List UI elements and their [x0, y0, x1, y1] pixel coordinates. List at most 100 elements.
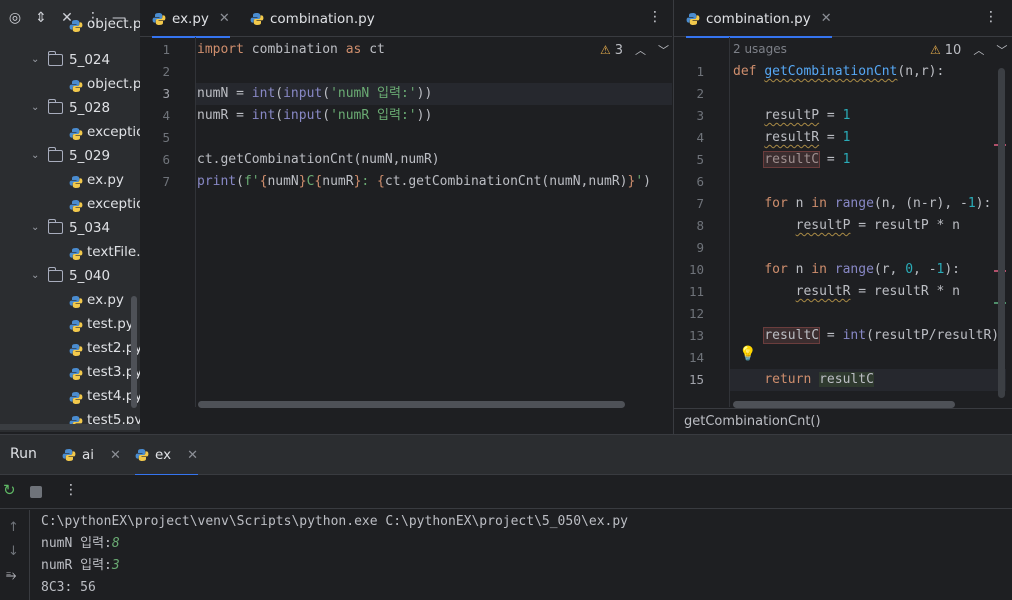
console-prompt: numR 입력: — [41, 558, 112, 573]
more-icon[interactable]: ⋮ — [984, 9, 998, 25]
project-vertical-scrollbar[interactable] — [131, 296, 137, 408]
tree-folder-label: 5_040 — [69, 268, 111, 284]
line-number: 3 — [696, 108, 704, 123]
run-tab-ex[interactable]: ex ✕ — [135, 435, 198, 476]
line-number: 9 — [696, 240, 704, 255]
soft-wrap-icon[interactable]: ⥱ — [6, 568, 16, 583]
close-icon[interactable]: ✕ — [219, 11, 230, 26]
line-number: 1 — [162, 42, 170, 57]
line-number: 15 — [688, 372, 704, 387]
chevron-down-icon[interactable]: ⌄ — [31, 144, 39, 168]
editor-right-horizontal-scrollbar[interactable] — [733, 401, 955, 408]
code-line: resultP = 1 — [764, 108, 851, 123]
lightbulb-icon[interactable]: 💡 — [739, 346, 756, 362]
line-number: 7 — [162, 174, 170, 189]
line-number: 6 — [162, 152, 170, 167]
line-number: 5 — [162, 130, 170, 145]
console-command-line: C:\pythonEX\project\venv\Scripts\python.… — [41, 514, 628, 529]
tree-folder[interactable]: ⌄ 5_029 — [0, 144, 140, 168]
run-tab-label: ai — [82, 447, 95, 463]
folder-icon — [48, 147, 63, 162]
tree-file[interactable]: test4.py — [0, 384, 140, 408]
line-number: 6 — [696, 174, 704, 189]
tab-combination-py[interactable]: combination.py ✕ — [686, 0, 832, 38]
arrow-down-icon[interactable]: ↓ — [8, 544, 19, 559]
line-number: 1 — [696, 64, 704, 79]
python-file-icon — [69, 125, 83, 140]
line-number: 4 — [696, 130, 704, 145]
tree-folder[interactable]: ⌄ 5_040 — [0, 264, 140, 288]
usages-hint[interactable]: 2 usages — [733, 42, 787, 56]
tree-file[interactable]: exceptio — [0, 192, 140, 216]
close-icon[interactable]: ✕ — [110, 448, 121, 463]
chevron-down-icon[interactable]: ⌄ — [31, 96, 39, 120]
editor-left-tabbar: ex.py ✕ combination.py ⋮ — [140, 0, 672, 38]
code-line: for n in range(r, 0, -1): — [764, 262, 961, 277]
inspection-widget[interactable]: ⚠ 3 ︿ ﹀ — [600, 42, 669, 58]
tab-label: combination.py — [270, 10, 375, 27]
python-file-icon — [69, 77, 83, 92]
tree-file[interactable]: test2.py — [0, 336, 140, 360]
run-tab-ai[interactable]: ai ✕ — [62, 435, 121, 475]
folder-icon — [48, 219, 63, 234]
code-line: def getCombinationCnt(n,r): — [733, 64, 945, 79]
run-side-toolbar: ↑ ↓ ⥱ — [0, 510, 30, 600]
tree-file[interactable]: ex.py — [0, 288, 140, 312]
tree-folder[interactable]: ⌄ 5_034 — [0, 216, 140, 240]
line-number: 2 — [162, 64, 170, 79]
tree-file[interactable]: test3.py — [0, 360, 140, 384]
console-prompt: numN 입력: — [41, 536, 112, 551]
editor-right-vertical-scrollbar[interactable] — [998, 68, 1005, 398]
tree-file-label: object.p — [87, 76, 140, 92]
chevron-down-icon[interactable]: ﹀ — [996, 42, 1007, 58]
code-line: import combination as ct — [197, 42, 385, 57]
breadcrumb[interactable]: getCombinationCnt() — [673, 408, 1012, 434]
project-tool-window: ◎ ⇕ ✕ ⋮ — object.p ⌄ 5_024 object.p ⌄ 5_028 ex… — [0, 0, 140, 432]
warning-count: 3 — [614, 42, 624, 58]
tree-folder[interactable]: ⌄ 5_024 — [0, 48, 140, 72]
more-icon[interactable]: ⋮ — [648, 9, 662, 25]
run-tool-window: Run ai ✕ ex ✕ ↻ ⋮ ↑ ↓ ⥱ C:\pythonEX\proj… — [0, 434, 1012, 600]
line-number: 3 — [162, 86, 170, 101]
tab-ex-py[interactable]: ex.py ✕ — [152, 0, 230, 38]
line-number: 5 — [696, 152, 704, 167]
close-icon[interactable]: ✕ — [187, 448, 198, 463]
code-line: numN = int(input('numN 입력:')) — [197, 86, 433, 101]
gutter-separator — [195, 37, 196, 407]
close-icon[interactable]: ✕ — [821, 11, 832, 26]
python-file-icon — [250, 12, 264, 25]
python-file-icon — [62, 449, 76, 461]
tab-combination-py[interactable]: combination.py — [250, 0, 375, 37]
tree-file[interactable]: object.p — [0, 72, 140, 96]
tree-file-label: exceptio — [87, 196, 140, 212]
arrow-up-icon[interactable]: ↑ — [8, 520, 19, 535]
chevron-up-icon[interactable]: ︿ — [635, 42, 646, 58]
tree-folder[interactable]: ⌄ 5_028 — [0, 96, 140, 120]
tree-file-label: exceptio — [87, 124, 140, 140]
tree-file[interactable]: test.py — [0, 312, 140, 336]
tree-file[interactable]: exceptio — [0, 120, 140, 144]
more-icon[interactable]: ⋮ — [64, 482, 78, 498]
python-file-icon — [152, 12, 166, 25]
editor-left-horizontal-scrollbar[interactable] — [198, 401, 625, 408]
tree-file[interactable]: ex.py — [0, 168, 140, 192]
line-number: 2 — [696, 86, 704, 101]
line-number: 10 — [688, 262, 704, 277]
inspection-widget[interactable]: ⚠ 10 ︿ ﹀ — [930, 42, 1007, 58]
tree-folder-label: 5_028 — [69, 100, 111, 116]
chevron-up-icon[interactable]: ︿ — [973, 42, 984, 58]
chevron-down-icon[interactable]: ﹀ — [658, 42, 669, 58]
stop-icon[interactable] — [30, 486, 42, 498]
rerun-icon[interactable]: ↻ — [3, 481, 16, 499]
tree-folder-label: 5_029 — [69, 148, 111, 164]
chevron-down-icon[interactable]: ⌄ — [31, 216, 39, 240]
tree-file-label: ex.py — [87, 292, 124, 308]
project-horizontal-scrollbar[interactable] — [0, 424, 140, 430]
tree-file[interactable]: textFile. — [0, 240, 140, 264]
chevron-down-icon[interactable]: ⌄ — [31, 264, 39, 288]
tree-file[interactable]: object.p — [0, 12, 140, 36]
line-number: 7 — [696, 196, 704, 211]
chevron-down-icon[interactable]: ⌄ — [31, 48, 39, 72]
python-file-icon — [69, 245, 83, 260]
run-tabbar: Run ai ✕ ex ✕ — [0, 435, 1012, 476]
